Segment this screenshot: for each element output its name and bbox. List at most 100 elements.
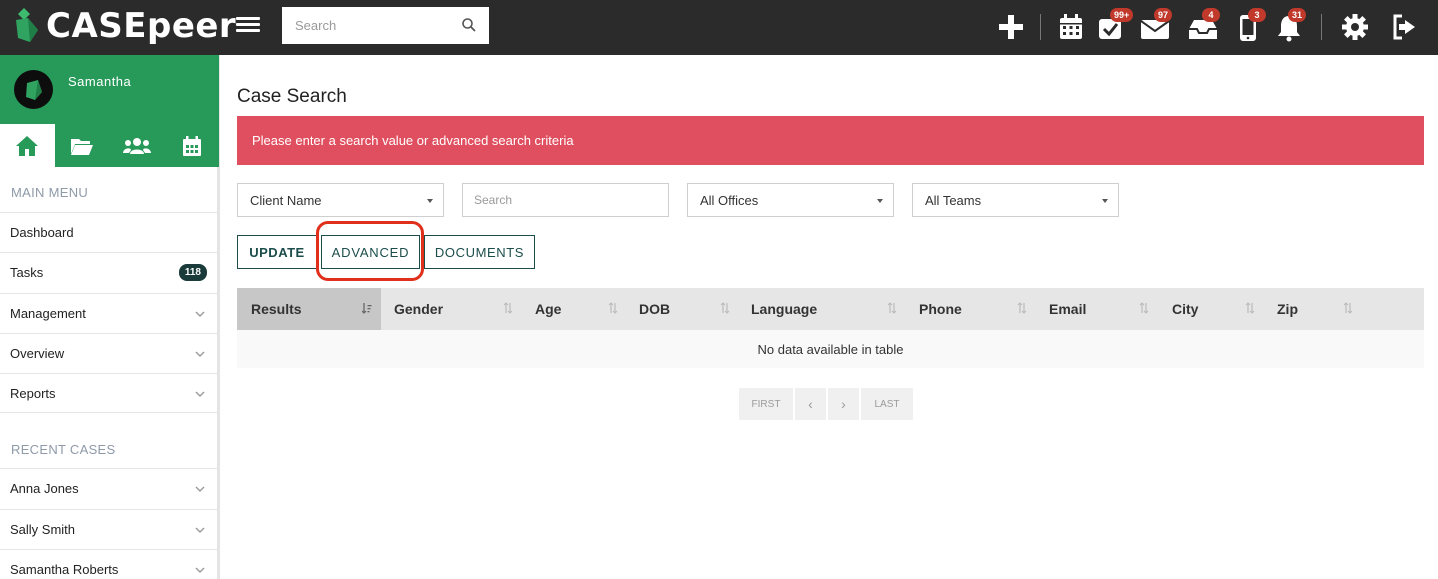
chevron-down-icon	[195, 351, 205, 357]
column-header-dob[interactable]: DOB	[625, 288, 737, 330]
documents-button[interactable]: DOCUMENTS	[424, 235, 535, 269]
recent-case-item[interactable]: Samantha Roberts	[0, 549, 219, 579]
mobile-badge: 3	[1248, 8, 1266, 22]
home-icon	[16, 135, 39, 156]
mail-icon[interactable]: 97	[1140, 8, 1173, 42]
sort-icon	[608, 302, 618, 314]
column-header-language[interactable]: Language	[737, 288, 905, 330]
sort-icon	[720, 302, 730, 314]
page-title: Case Search	[237, 86, 347, 107]
sidebar-item-label: Tasks	[10, 265, 44, 280]
mobile-icon[interactable]: 3	[1234, 8, 1266, 42]
hamburger-menu-icon[interactable]	[236, 14, 260, 38]
column-header-city[interactable]: City	[1158, 288, 1263, 330]
chevron-down-icon	[195, 567, 205, 573]
caret-down-icon	[877, 199, 883, 203]
recent-case-item[interactable]: Sally Smith	[0, 509, 219, 549]
search-field-select-value: Client Name	[250, 192, 322, 208]
team-select-value: All Teams	[925, 192, 982, 208]
tab-contacts[interactable]	[110, 124, 165, 167]
column-label: Gender	[394, 301, 444, 317]
search-field-select[interactable]: Client Name	[237, 183, 444, 217]
toolbar-divider	[1040, 14, 1041, 40]
mail-badge: 97	[1154, 8, 1173, 22]
column-label: Email	[1049, 301, 1087, 317]
sidebar-item-management[interactable]: Management	[0, 293, 219, 333]
notifications-badge: 31	[1288, 8, 1307, 22]
recent-case-item[interactable]: Anna Jones	[0, 468, 219, 508]
tasks-check-icon[interactable]: 99+	[1096, 8, 1134, 42]
chevron-down-icon	[195, 311, 205, 317]
case-search-input[interactable]	[462, 183, 669, 217]
tasks-count-badge: 118	[178, 264, 207, 281]
bell-icon[interactable]: 31	[1274, 8, 1307, 42]
chevron-down-icon	[195, 527, 205, 533]
office-select-value: All Offices	[700, 192, 759, 208]
tasks-badge: 99+	[1110, 8, 1134, 22]
pagination-next-button[interactable]: ›	[828, 388, 859, 420]
caret-down-icon	[427, 199, 433, 203]
table-empty-row: No data available in table	[237, 330, 1424, 368]
column-label: City	[1172, 301, 1199, 317]
column-header-gender[interactable]: Gender	[380, 288, 518, 330]
calendar-icon[interactable]	[1056, 12, 1086, 42]
office-select[interactable]: All Offices	[687, 183, 894, 217]
logout-icon[interactable]	[1390, 12, 1420, 42]
users-icon	[122, 137, 151, 154]
column-label: Results	[251, 301, 302, 317]
search-icon[interactable]	[461, 17, 477, 33]
pagination-first-button[interactable]: FIRST	[739, 388, 793, 420]
main-menu-heading: MAIN MENU	[11, 185, 89, 200]
global-search-input[interactable]	[282, 7, 489, 44]
column-label: DOB	[639, 301, 671, 317]
sidebar-item-reports[interactable]: Reports	[0, 373, 219, 413]
logo[interactable]: CASEpeer	[14, 6, 236, 46]
pagination-last-button[interactable]: LAST	[861, 388, 913, 420]
sort-icon	[1245, 302, 1255, 314]
column-label: Language	[751, 301, 818, 317]
top-navbar: CASEpeer 99+ 97	[0, 0, 1438, 55]
update-button[interactable]: UPDATE	[237, 235, 317, 269]
column-header-email[interactable]: Email	[1035, 288, 1158, 330]
sort-icon	[503, 302, 513, 314]
sort-icon	[1139, 302, 1149, 314]
column-header-age[interactable]: Age	[521, 288, 626, 330]
user-profile-panel: Samantha	[0, 55, 219, 124]
column-header-results[interactable]: Results	[237, 288, 381, 330]
sort-desc-icon	[362, 303, 372, 314]
column-header-phone[interactable]: Phone	[905, 288, 1035, 330]
column-label: Phone	[919, 301, 962, 317]
sidebar-item-overview[interactable]: Overview	[0, 333, 219, 373]
team-select[interactable]: All Teams	[912, 183, 1119, 217]
results-table-header: Results Gender Age DOB Language Phone Em…	[237, 288, 1424, 330]
column-header-zip[interactable]: Zip	[1263, 288, 1359, 330]
sidebar-tabs	[0, 124, 219, 167]
avatar[interactable]	[14, 70, 53, 109]
toolbar-divider	[1321, 14, 1322, 40]
tab-cases[interactable]	[55, 124, 110, 167]
column-label: Age	[535, 301, 562, 317]
recent-cases-heading: RECENT CASES	[11, 442, 116, 457]
validation-alert: Please enter a search value or advanced …	[237, 116, 1424, 165]
gear-icon[interactable]	[1340, 12, 1370, 42]
recent-case-label: Samantha Roberts	[10, 562, 119, 577]
sort-icon	[1343, 302, 1353, 314]
plus-icon[interactable]	[996, 12, 1026, 42]
column-label: Zip	[1277, 301, 1298, 317]
pagination-prev-button[interactable]: ‹	[795, 388, 826, 420]
casepeer-logo-icon	[14, 8, 40, 44]
sidebar-item-tasks[interactable]: Tasks 118	[0, 252, 219, 292]
sidebar-item-label: Management	[10, 306, 86, 321]
inbox-badge: 4	[1202, 8, 1220, 22]
sidebar-item-label: Reports	[10, 385, 56, 401]
brand-name: CASEpeer	[46, 6, 237, 46]
sidebar: Samantha MAIN MENU Dashboard Tasks 118 M…	[0, 55, 220, 579]
tab-calendar[interactable]	[164, 124, 219, 167]
inbox-icon[interactable]: 4	[1188, 8, 1220, 42]
calendar-icon	[182, 135, 201, 156]
chevron-down-icon	[195, 391, 205, 397]
sidebar-item-dashboard[interactable]: Dashboard	[0, 212, 219, 252]
tab-home[interactable]	[0, 124, 55, 167]
user-name: Samantha	[68, 74, 132, 89]
chevron-down-icon	[195, 486, 205, 492]
